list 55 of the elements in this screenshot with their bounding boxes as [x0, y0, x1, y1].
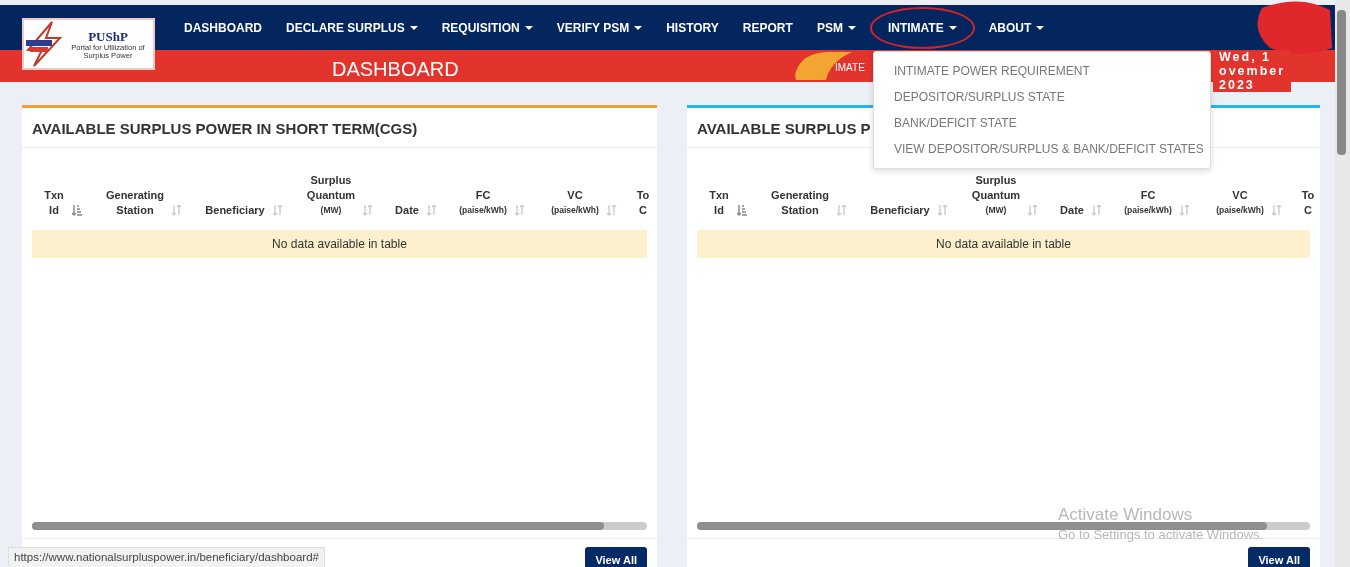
sort-icon[interactable]	[514, 205, 525, 216]
logo-title: PUShP	[87, 28, 129, 44]
column-header: VC (paise/kWh)	[1216, 188, 1264, 217]
dropdown-item[interactable]: DEPOSITOR/SURPLUS STATE	[874, 84, 1210, 110]
nav-link[interactable]: ABOUT	[976, 14, 1057, 41]
sort-icon[interactable]	[426, 205, 437, 216]
date-text: Wed, 1 ovember 2023	[1213, 50, 1292, 92]
sort-descending-icon[interactable]	[736, 205, 747, 216]
column-header: To C	[636, 188, 650, 218]
watermark-text: Go to Settings to activate Windows.	[1058, 526, 1264, 544]
panel-title: AVAILABLE SURPLUS POWER IN SHORT TERM(CGS)	[22, 108, 657, 148]
column-header: Date	[1060, 203, 1084, 218]
column-header: Surplus Quantum (MW)	[306, 173, 356, 217]
dropdown-item[interactable]: BANK/DEFICIT STATE	[874, 110, 1210, 136]
empty-table-message: No data available in table	[32, 230, 647, 258]
page-title: DASHBOARD	[332, 57, 459, 82]
column-header: Generating Station	[770, 188, 830, 218]
sort-icon[interactable]	[272, 205, 283, 216]
column-header: VC (paise/kWh)	[551, 188, 599, 217]
sort-icon[interactable]	[1271, 205, 1282, 216]
nav-link[interactable]: HISTORY	[654, 14, 731, 41]
nav-link[interactable]: DASHBOARD	[172, 14, 274, 41]
empty-table-message: No data available in table	[697, 230, 1310, 258]
column-header: Txn Id	[44, 188, 64, 218]
nav-link[interactable]: REQUISITION	[429, 14, 545, 41]
view-all-button[interactable]: View All	[1248, 547, 1310, 567]
nav-link[interactable]: PSM	[804, 14, 868, 41]
sort-icon[interactable]	[1179, 205, 1190, 216]
nav-link[interactable]: REPORT	[730, 14, 805, 41]
sort-icon[interactable]	[1091, 205, 1102, 216]
column-header: Beneficiary	[870, 203, 930, 218]
column-header: Date	[395, 203, 419, 218]
column-header: Txn Id	[709, 188, 729, 218]
sort-descending-icon[interactable]	[71, 205, 82, 216]
sort-icon[interactable]	[937, 205, 948, 216]
sort-icon[interactable]	[837, 205, 848, 216]
column-header: Beneficiary	[205, 203, 265, 218]
sort-icon[interactable]	[172, 205, 183, 216]
dropdown-item[interactable]: INTIMATE POWER REQUIREMENT	[874, 58, 1210, 84]
ticker-text: IMATE	[835, 61, 865, 75]
column-header: Surplus Quantum (MW)	[971, 173, 1021, 217]
nav-link[interactable]: VERIFY PSM	[544, 14, 655, 41]
nav-link[interactable]: INTIMATE	[875, 14, 969, 41]
view-all-button[interactable]: View All	[585, 547, 647, 567]
sort-icon[interactable]	[606, 205, 617, 216]
column-header: FC (paise/kWh)	[1124, 188, 1172, 217]
sort-icon[interactable]	[363, 205, 374, 216]
status-bar-url: https://www.nationalsurpluspower.in/beneficiary/dashboard#	[8, 546, 325, 567]
page-scrollbar-thumb[interactable]	[1337, 10, 1346, 155]
column-header: FC (paise/kWh)	[459, 188, 507, 217]
watermark-title: Activate Windows	[1058, 505, 1194, 525]
nav-link[interactable]: DECLARE SURPLUS	[274, 14, 430, 41]
column-header: Generating Station	[105, 188, 165, 218]
column-header: To C	[1301, 188, 1315, 218]
sort-icon[interactable]	[1028, 205, 1039, 216]
